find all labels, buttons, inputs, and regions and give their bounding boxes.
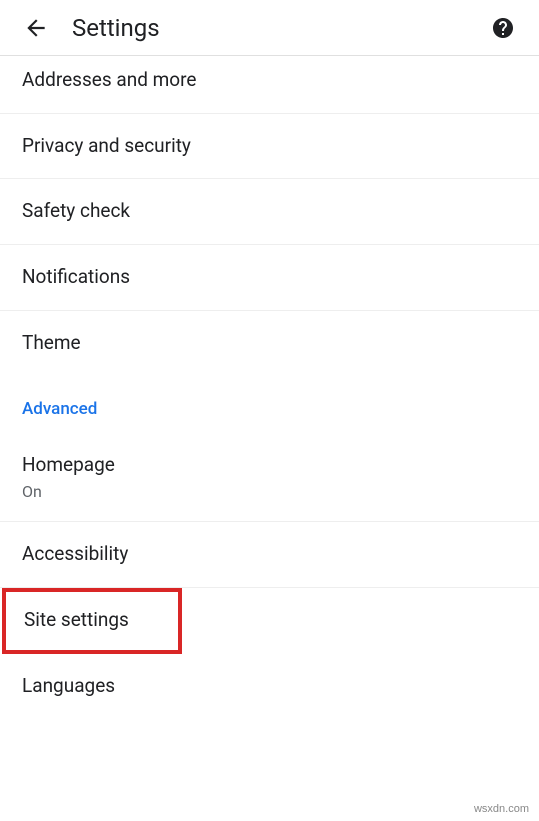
back-button[interactable]	[16, 8, 56, 48]
item-label: Site settings	[24, 608, 160, 633]
settings-item-site-settings[interactable]: Site settings	[2, 588, 182, 654]
settings-item-notifications[interactable]: Notifications	[0, 245, 539, 311]
settings-item-languages[interactable]: Languages	[0, 654, 539, 719]
settings-item-theme[interactable]: Theme	[0, 311, 539, 376]
help-button[interactable]	[483, 8, 523, 48]
arrow-back-icon	[23, 15, 49, 41]
item-label: Privacy and security	[22, 134, 517, 159]
app-header: Settings	[0, 0, 539, 56]
item-label: Theme	[22, 331, 517, 356]
item-label: Accessibility	[22, 542, 517, 567]
item-label: Notifications	[22, 265, 517, 290]
item-label: Languages	[22, 674, 517, 699]
section-header-advanced: Advanced	[0, 375, 539, 433]
item-label: Addresses and more	[22, 68, 517, 93]
settings-item-addresses[interactable]: Addresses and more	[0, 56, 539, 114]
watermark: wsxdn.com	[474, 803, 529, 815]
settings-item-privacy[interactable]: Privacy and security	[0, 114, 539, 180]
item-label: Safety check	[22, 199, 517, 224]
settings-item-safety[interactable]: Safety check	[0, 179, 539, 245]
help-icon	[491, 16, 515, 40]
settings-list: Addresses and more Privacy and security …	[0, 56, 539, 718]
settings-item-accessibility[interactable]: Accessibility	[0, 522, 539, 588]
item-sublabel: On	[22, 482, 517, 501]
page-title: Settings	[72, 14, 483, 42]
settings-item-homepage[interactable]: Homepage On	[0, 433, 539, 522]
item-label: Homepage	[22, 453, 517, 478]
